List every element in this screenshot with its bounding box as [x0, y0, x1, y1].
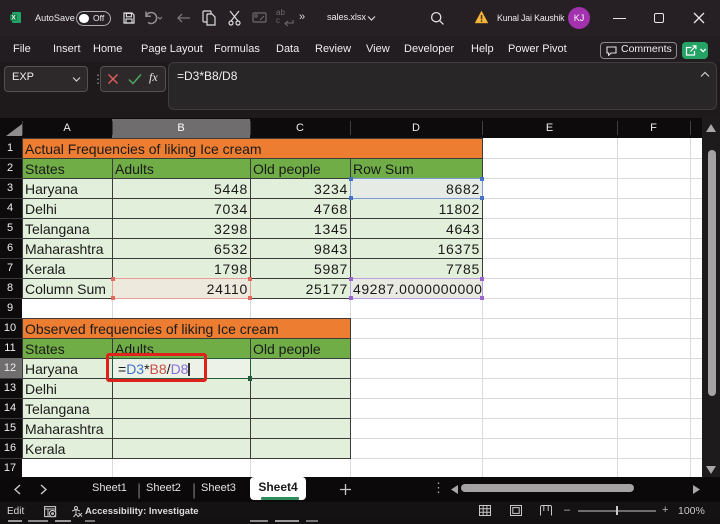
svg-text:X: X [11, 15, 16, 22]
